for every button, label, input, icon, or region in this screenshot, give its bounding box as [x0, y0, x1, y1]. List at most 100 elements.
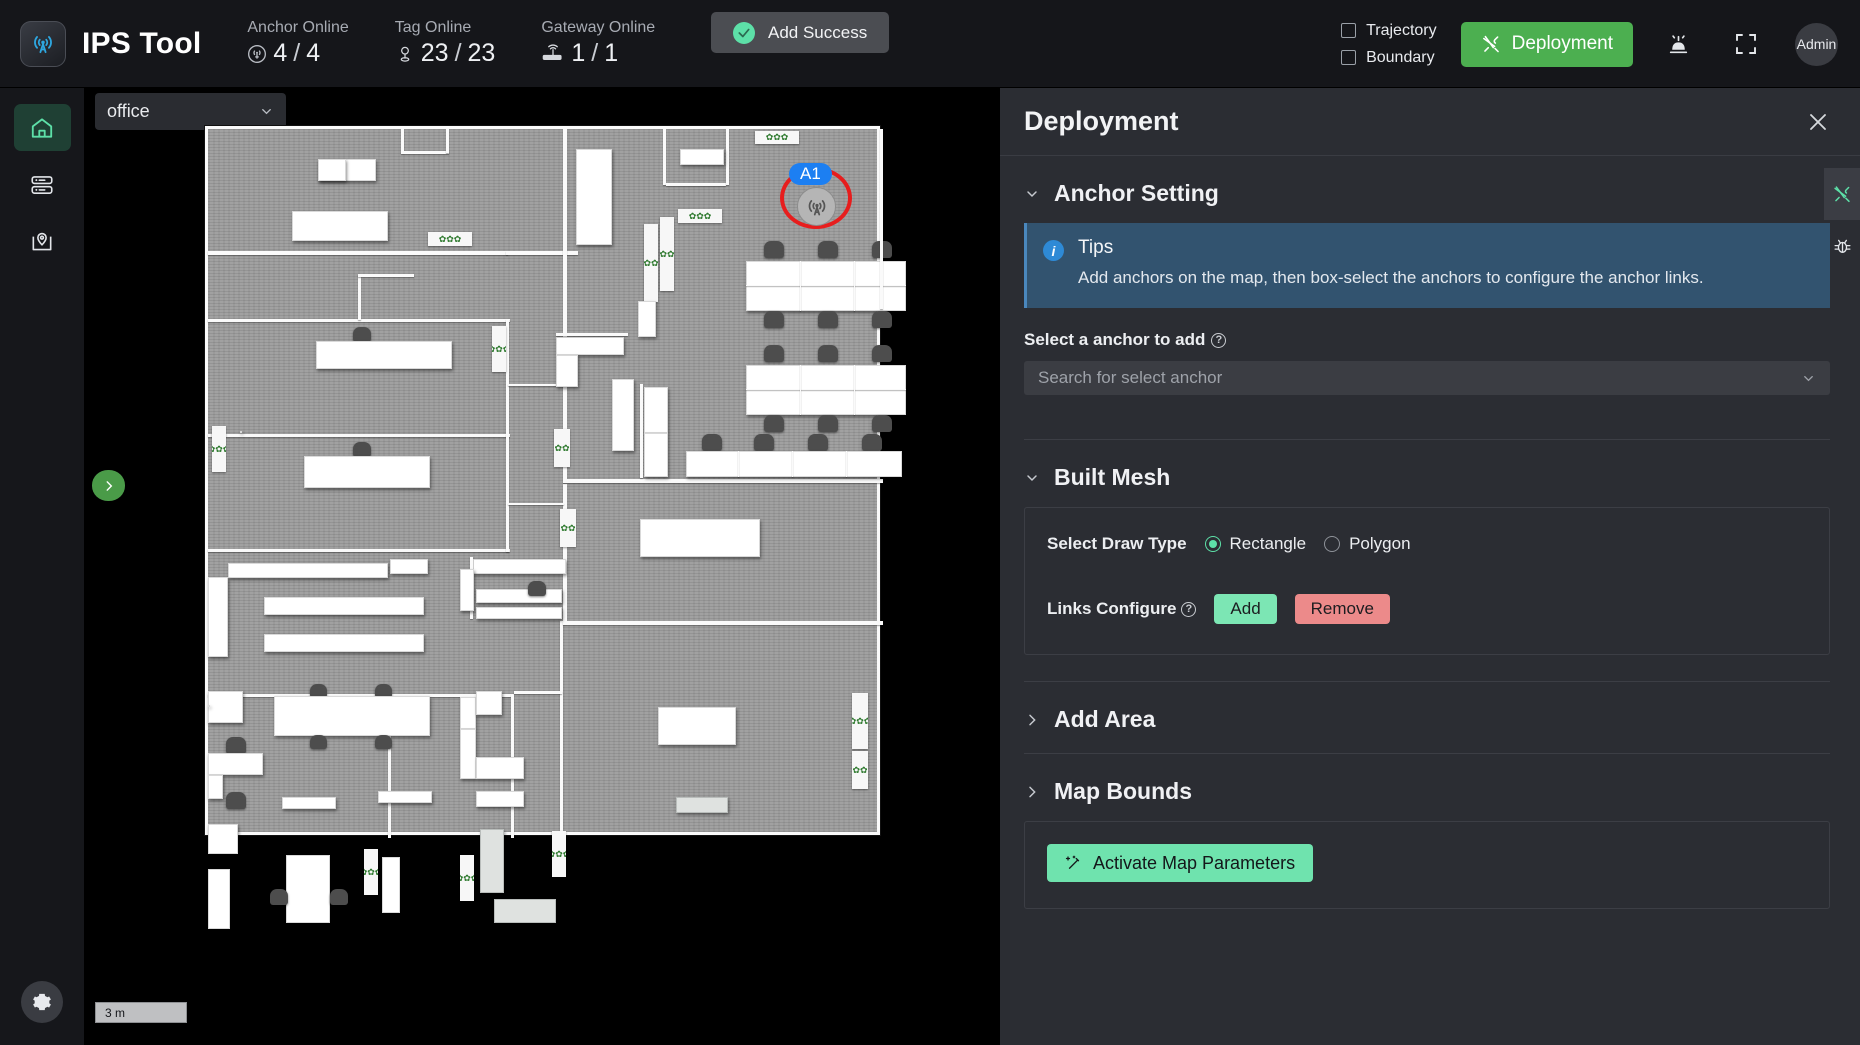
links-remove-button[interactable]: Remove	[1294, 594, 1390, 625]
signal-tower-icon	[20, 20, 66, 67]
plant-decor: ✿✿✿	[755, 131, 799, 144]
anchor-signal-icon[interactable]	[797, 187, 836, 226]
radio-rectangle-label: Rectangle	[1229, 534, 1307, 554]
avatar-label: Admin	[1796, 36, 1837, 52]
panel-header: Deployment	[1000, 88, 1860, 156]
gateway-separator: /	[591, 39, 599, 67]
stat-anchor-online: Anchor Online 4 / 4	[247, 19, 348, 68]
sidebar-item-map[interactable]	[14, 218, 71, 265]
plant-decor: ✿✿✿	[552, 831, 566, 877]
anchor-separator: /	[293, 39, 301, 67]
tag-separator: /	[454, 39, 462, 67]
gateway-router-icon	[541, 44, 565, 64]
avatar[interactable]: Admin	[1795, 22, 1838, 66]
built-mesh-box: Select Draw Type Rectangle Polygon Links…	[1024, 507, 1830, 656]
floor-select-value: office	[107, 101, 150, 121]
anchor-total-count: 4	[306, 39, 321, 67]
anchor-marker-A1[interactable]: A1	[780, 163, 852, 229]
settings-gear-button[interactable]	[21, 981, 63, 1023]
plant-decor: ✿✿✿	[492, 326, 506, 372]
check-circle-icon	[733, 21, 755, 44]
links-configure-label: Links Configure ?	[1047, 599, 1197, 619]
bug-icon	[1832, 236, 1853, 257]
question-circle-icon[interactable]: ?	[1181, 601, 1197, 617]
stat-tag-online: Tag Online 23 / 23	[395, 19, 496, 68]
gateway-total-count: 1	[604, 39, 619, 67]
plant-decor: ✿✿✿	[212, 426, 226, 472]
tag-online-count: 23	[420, 39, 449, 67]
right-tool-rail	[1824, 168, 1860, 272]
links-configure-label-text: Links Configure	[1047, 599, 1177, 619]
header-right-controls: Trajectory Boundary Deployment Admin	[1341, 0, 1860, 88]
checkbox-trajectory-box[interactable]	[1341, 23, 1357, 38]
sidebar-item-devices[interactable]	[14, 161, 71, 208]
toolrail-item-deployment-tools[interactable]	[1824, 168, 1860, 220]
floor-plan[interactable]: ✿✿✿ ✿ ✿ ✿ ✿ ✿ ✿✿✿ ✿✿✿ ✿✿ ✿✿ ✿✿ ✿✿ ✿✿✿ ✿✿…	[204, 125, 906, 929]
floor-select[interactable]: office	[95, 93, 286, 130]
app-title: IPS Tool	[82, 26, 202, 60]
section-header-map-bounds[interactable]: Map Bounds	[1024, 754, 1830, 821]
gear-icon	[31, 991, 53, 1013]
section-title-map-bounds: Map Bounds	[1054, 778, 1192, 805]
section-header-built-mesh[interactable]: Built Mesh	[1024, 440, 1830, 507]
tag-pin-icon	[395, 43, 415, 65]
links-configure-row: Links Configure ? Add Remove	[1047, 594, 1805, 625]
alarm-bell-icon[interactable]	[1655, 21, 1701, 67]
toolrail-item-debug[interactable]	[1824, 220, 1860, 272]
section-header-anchor-setting[interactable]: Anchor Setting	[1024, 156, 1830, 223]
toast-notification: Add Success	[711, 12, 890, 53]
plant-decor: ✿✿✿	[364, 849, 378, 895]
plant-decor: ✿✿✿✿	[644, 224, 658, 302]
chevron-right-icon	[1024, 784, 1040, 800]
section-title-built-mesh: Built Mesh	[1054, 464, 1171, 491]
plant-decor: ✿✿✿✿	[660, 217, 674, 291]
deployment-button[interactable]: Deployment	[1460, 21, 1633, 67]
radio-polygon-label: Polygon	[1349, 534, 1411, 554]
server-stack-icon	[29, 172, 55, 198]
links-add-button[interactable]: Add	[1214, 594, 1277, 625]
map-canvas[interactable]: office 3 m ✿✿✿ ✿ ✿ ✿ ✿ ✿ ✿✿✿ ✿✿✿ ✿✿ ✿✿ ✿…	[84, 88, 1000, 1045]
left-sidebar	[0, 88, 84, 1045]
draw-type-label: Select Draw Type	[1047, 534, 1187, 554]
stat-tag-label: Tag Online	[394, 19, 472, 36]
plant-decor: ✿✿✿	[428, 232, 472, 246]
chevron-down-icon	[1801, 371, 1816, 386]
radio-polygon-dot[interactable]	[1324, 536, 1341, 553]
stat-gateway-label: Gateway Online	[541, 19, 656, 36]
radio-polygon[interactable]: Polygon	[1324, 534, 1411, 554]
tag-total-count: 23	[467, 39, 496, 67]
header-checkbox-group: Trajectory Boundary	[1341, 22, 1437, 67]
checkbox-trajectory[interactable]: Trajectory	[1341, 22, 1437, 40]
tools-icon	[1481, 34, 1502, 55]
sidebar-item-home[interactable]	[13, 104, 71, 151]
tools-icon	[1832, 184, 1853, 205]
checkbox-boundary[interactable]: Boundary	[1341, 49, 1437, 67]
stat-gateway-online: Gateway Online 1 / 1	[541, 19, 655, 68]
section-header-add-area[interactable]: Add Area	[1024, 682, 1830, 749]
anchor-online-count: 4	[273, 39, 288, 67]
chevron-right-icon	[1024, 712, 1040, 728]
question-circle-icon[interactable]: ?	[1211, 332, 1227, 348]
draw-type-row: Select Draw Type Rectangle Polygon	[1047, 534, 1805, 554]
tips-title: Tips	[1078, 237, 1114, 258]
magic-wand-icon	[1065, 854, 1083, 872]
fullscreen-icon[interactable]	[1723, 21, 1769, 67]
app-root: IPS Tool Anchor Online 4 / 4 Tag Online	[0, 0, 1860, 1045]
radio-rectangle-dot[interactable]	[1204, 536, 1221, 553]
activate-map-parameters-button[interactable]: Activate Map Parameters	[1047, 844, 1314, 883]
chevron-down-icon	[1024, 186, 1040, 202]
anchor-search-select[interactable]: Search for select anchor	[1024, 361, 1830, 396]
plant-decor: ✿✿	[554, 429, 570, 467]
deployment-panel: Deployment Anchor Setting i Tips Add anc…	[1000, 88, 1860, 1045]
panel-body: Anchor Setting i Tips Add anchors on the…	[1000, 156, 1860, 910]
plant-decor: ✿✿	[852, 751, 868, 789]
checkbox-boundary-box[interactable]	[1341, 50, 1357, 65]
radio-rectangle[interactable]: Rectangle	[1204, 534, 1307, 554]
stat-anchor-label: Anchor Online	[247, 19, 349, 36]
close-icon[interactable]	[1806, 110, 1830, 134]
panel-collapse-arrow-button[interactable]	[92, 470, 125, 501]
anchor-icon	[247, 44, 267, 64]
section-title-anchor-setting: Anchor Setting	[1054, 180, 1219, 206]
chevron-down-icon	[259, 104, 274, 119]
activate-box: Activate Map Parameters	[1024, 821, 1830, 910]
